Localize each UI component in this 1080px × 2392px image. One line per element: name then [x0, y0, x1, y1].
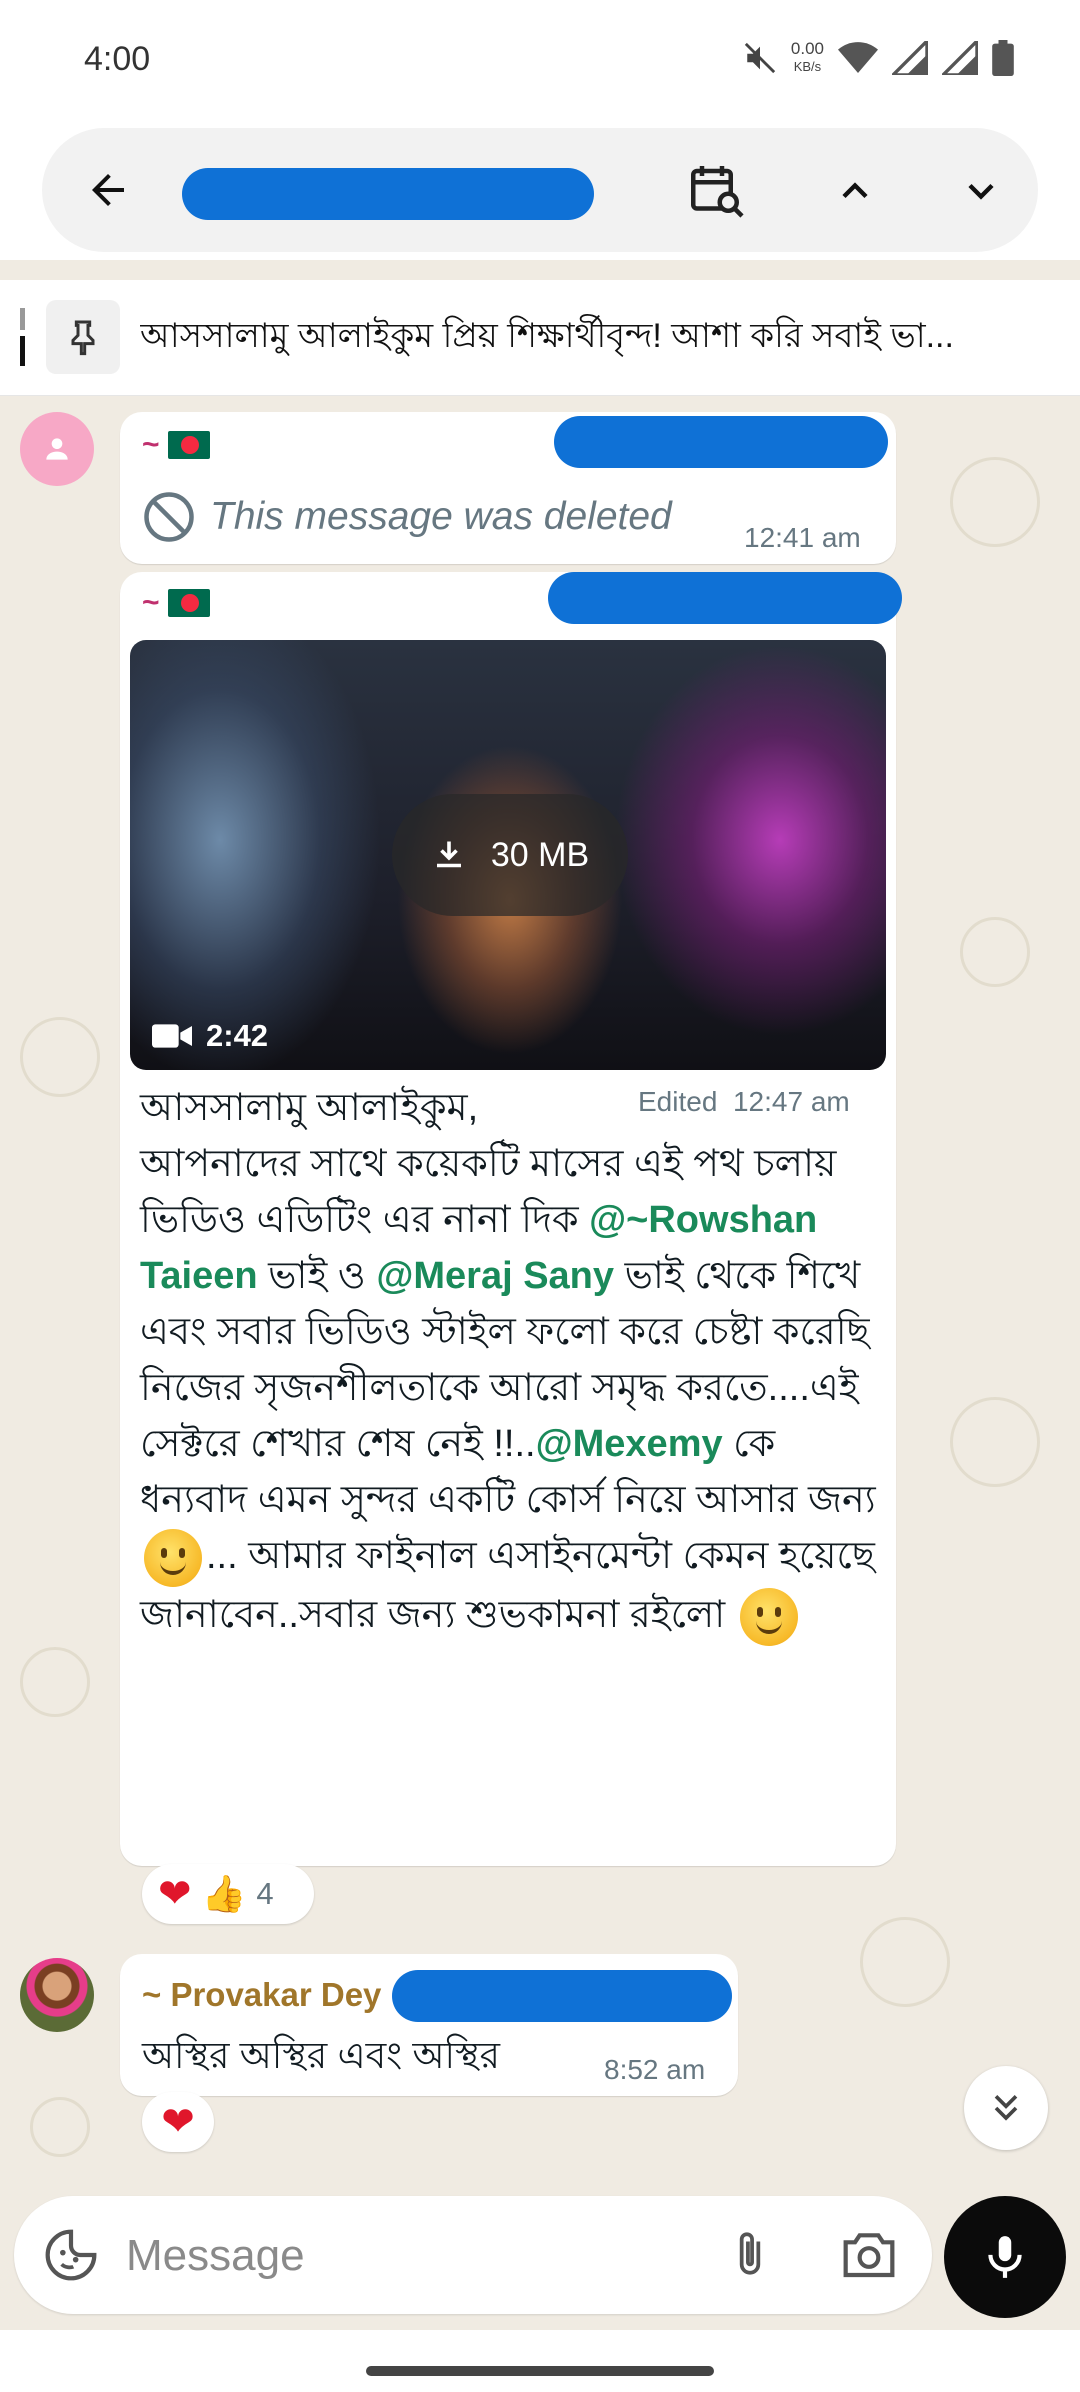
- sender-name[interactable]: ~ Provakar Dey: [142, 1976, 381, 2014]
- search-header: redacted: [0, 120, 1080, 260]
- blocked-icon: [144, 492, 194, 542]
- sender-prefix: ~: [142, 428, 160, 461]
- signal-icon-2: [942, 41, 978, 75]
- pin-indicator: [20, 308, 25, 368]
- camera-button[interactable]: [834, 2222, 904, 2286]
- mention-link[interactable]: @Meraj Sany: [376, 1255, 614, 1297]
- download-video-button[interactable]: 30 MB: [392, 794, 628, 916]
- sender-phone-redacted: [548, 572, 902, 624]
- deleted-message: This message was deleted: [142, 490, 672, 544]
- arrow-left-icon: [92, 174, 124, 206]
- pin-icon: [71, 320, 95, 356]
- message-time: 12:41 am: [744, 522, 861, 553]
- video-thumbnail[interactable]: 30 MB 2:42: [130, 640, 886, 1070]
- signal-icon: [892, 41, 928, 75]
- message-input[interactable]: [126, 2226, 686, 2286]
- smiling-face-emoji-icon: [739, 1587, 798, 1646]
- message-bubble-deleted[interactable]: ~ This message was deleted 12:41 am: [120, 412, 896, 564]
- mute-icon: [744, 42, 776, 74]
- emoji-sticker-button[interactable]: [36, 2220, 106, 2290]
- sticker-icon: [45, 2229, 97, 2281]
- pinned-message-bar[interactable]: আসসালামু আলাইকুম প্রিয় শিক্ষার্থীবৃন্দ!…: [0, 280, 1080, 396]
- message-bubble-text[interactable]: ~ Provakar Dey অস্থির অস্থির এবং অস্থির …: [120, 1954, 738, 2096]
- sender-phone-redacted: [554, 416, 888, 468]
- pin-icon-box: [46, 300, 120, 374]
- avatar[interactable]: [20, 412, 94, 486]
- caption-text: আসসালামু আলাইকুম,: [140, 1087, 479, 1129]
- bangladesh-flag-icon: [167, 431, 210, 459]
- thumbs-up-icon: 👍: [201, 1873, 247, 1914]
- search-bar: redacted: [42, 128, 1038, 252]
- calendar-search-icon: [691, 166, 744, 218]
- sender-phone-redacted: [392, 1970, 732, 2022]
- network-speed-value: 0.00: [790, 39, 824, 58]
- message-time: 8:52 am: [604, 2054, 706, 2085]
- paperclip-icon: [739, 2232, 761, 2275]
- navigation-bar: [0, 2330, 1080, 2392]
- message-text: অস্থির অস্থির এবং অস্থির: [142, 2035, 500, 2076]
- heart-icon: ❤: [158, 1872, 192, 1916]
- next-result-button[interactable]: [948, 158, 1014, 224]
- reactions-pill[interactable]: ❤: [142, 2092, 214, 2152]
- network-speed-unit: KB/s: [793, 59, 822, 74]
- status-time: 4:00: [84, 40, 151, 78]
- reactions-pill[interactable]: ❤ 👍 4: [142, 1864, 314, 1924]
- sender-name[interactable]: ~: [142, 586, 210, 620]
- avatar[interactable]: [20, 1958, 94, 2032]
- microphone-icon: [988, 2236, 1022, 2278]
- sender-prefix: ~: [142, 586, 160, 619]
- status-icons: 0.00 KB/s: [743, 40, 1014, 76]
- previous-result-button[interactable]: [822, 158, 888, 224]
- message-composer: [14, 2196, 932, 2314]
- sender-name[interactable]: ~: [142, 428, 210, 462]
- status-bar: 4:00 0.00 KB/s: [0, 0, 1080, 120]
- home-gesture-handle[interactable]: [366, 2366, 714, 2376]
- video-duration: 2:42: [152, 1018, 268, 1054]
- wifi-icon: [838, 42, 878, 73]
- message-caption: আসসালামু আলাইকুম, আপনাদের সাথে কয়েকটি ম…: [140, 1080, 880, 1646]
- smiling-face-emoji-icon: [144, 1528, 202, 1587]
- search-by-date-button[interactable]: [682, 158, 752, 224]
- back-button[interactable]: [78, 160, 138, 220]
- search-input-redacted[interactable]: redacted: [182, 168, 594, 220]
- battery-icon: [992, 40, 1014, 76]
- scroll-to-bottom-button[interactable]: [964, 2066, 1048, 2150]
- video-camera-icon: [152, 1024, 192, 1048]
- download-icon: [436, 841, 461, 868]
- video-duration-text: 2:42: [206, 1018, 269, 1053]
- network-speed: 0.00 KB/s: [791, 40, 824, 76]
- mention-link[interactable]: @Mexemy: [536, 1423, 723, 1465]
- attach-button[interactable]: [718, 2222, 782, 2286]
- message-bubble-video[interactable]: ~ 30 MB 2:42 Edited 12:47 am আসসালামু আল…: [120, 572, 902, 1866]
- chevron-up-icon: [842, 182, 868, 199]
- double-chevron-down-icon: [994, 2095, 1018, 2121]
- person-icon: [46, 438, 68, 460]
- heart-icon: ❤: [161, 2100, 195, 2144]
- reaction-count: 4: [256, 1876, 274, 1911]
- camera-icon: [843, 2233, 895, 2278]
- pinned-message-text: আসসালামু আলাইকুম প্রিয় শিক্ষার্থীবৃন্দ!…: [140, 317, 954, 355]
- caption-text: ভাই ও: [257, 1255, 377, 1297]
- voice-message-button[interactable]: [944, 2196, 1066, 2318]
- video-size: 30 MB: [490, 835, 590, 874]
- bangladesh-flag-icon: [167, 589, 210, 617]
- deleted-message-text: This message was deleted: [210, 495, 672, 538]
- chevron-down-icon: [968, 183, 994, 200]
